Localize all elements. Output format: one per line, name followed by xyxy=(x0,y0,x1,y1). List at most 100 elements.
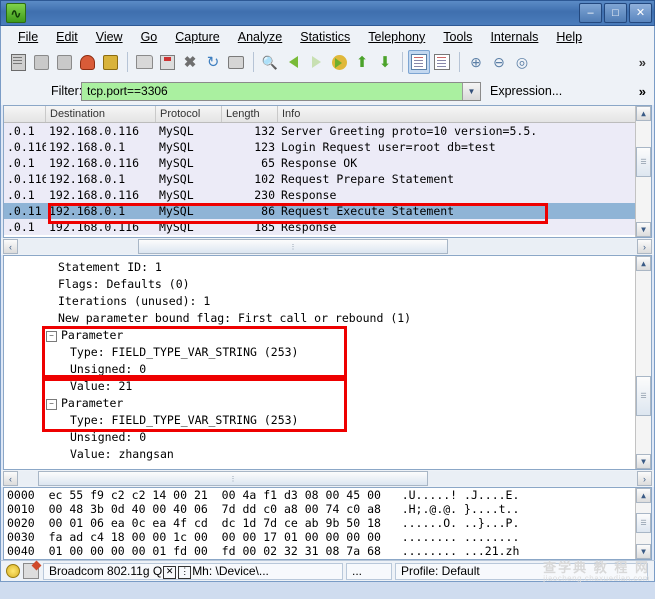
packet-detail-tree[interactable]: Statement ID: 1 Flags: Defaults (0) Iter… xyxy=(3,255,652,470)
table-row[interactable]: .0.1 192.168.0.116 MySQL 132 Server Gree… xyxy=(4,123,651,139)
hscroll-track[interactable]: ⋮ xyxy=(18,471,637,486)
go-back-icon[interactable] xyxy=(282,50,304,74)
hscroll-thumb[interactable]: ⋮ xyxy=(38,471,428,486)
menu-analyze[interactable]: Analyze xyxy=(229,28,291,46)
start-capture-icon[interactable] xyxy=(53,50,75,74)
table-row[interactable]: .0.1 192.168.0.116 MySQL 65 Response OK xyxy=(4,155,651,171)
menu-edit[interactable]: Edit xyxy=(47,28,87,46)
open-file-icon[interactable] xyxy=(133,50,155,74)
scroll-track[interactable]: ☰ xyxy=(636,503,651,544)
chevron-down-icon[interactable]: ▼ xyxy=(462,82,480,100)
hscroll-track[interactable]: ⋮ xyxy=(18,239,637,254)
menu-go[interactable]: Go xyxy=(132,28,167,46)
go-last-packet-icon[interactable]: ⬇ xyxy=(374,50,396,74)
display-filter-combo[interactable]: tcp.port==3306 ▼ xyxy=(81,81,481,101)
menu-telephony[interactable]: Telephony xyxy=(359,28,434,46)
detail-line[interactable]: Value: 21 xyxy=(4,378,651,395)
reload-file-icon[interactable]: ↻ xyxy=(202,50,224,74)
filter-overflow-button[interactable]: » xyxy=(639,84,646,99)
detail-line[interactable]: Iterations (unused): 1 xyxy=(4,293,651,310)
detail-line[interactable]: Flags: Defaults (0) xyxy=(4,276,651,293)
menu-view[interactable]: View xyxy=(87,28,132,46)
table-row[interactable]: .0.1 192.168.0.116 MySQL 230 Response xyxy=(4,187,651,203)
column-header-destination[interactable]: Destination xyxy=(46,106,156,122)
print-icon[interactable] xyxy=(225,50,247,74)
scroll-track[interactable]: ☰ xyxy=(636,121,651,222)
packet-detail-horizontal-scrollbar[interactable]: ‹ ⋮ › xyxy=(0,470,655,487)
scroll-up-icon[interactable]: ▲ xyxy=(636,256,651,271)
status-interface-cell[interactable]: Broadcom 802.11g Q ✕ ⋮ Mh: \Device\... xyxy=(43,562,343,580)
detail-line[interactable]: Type: FIELD_TYPE_VAR_STRING (253) xyxy=(4,344,651,361)
scroll-up-icon[interactable]: ▲ xyxy=(636,488,651,503)
minimize-button[interactable]: – xyxy=(579,3,602,23)
packet-list-vertical-scrollbar[interactable]: ▲ ☰ ▼ xyxy=(635,106,651,237)
scroll-thumb[interactable]: ☰ xyxy=(636,376,651,416)
hex-dump-view[interactable]: 0000 ec 55 f9 c2 c2 14 00 21 00 4a f1 d3… xyxy=(3,487,652,560)
table-row[interactable]: .0.116 192.168.0.1 MySQL 123 Login Reque… xyxy=(4,139,651,155)
table-row[interactable]: .0.1 192.168.0.116 MySQL 185 Response xyxy=(4,219,651,235)
find-packet-icon[interactable]: 🔍 xyxy=(259,50,281,74)
detail-line[interactable]: Type: FIELD_TYPE_VAR_STRING (253) xyxy=(4,412,651,429)
zoom-in-icon[interactable]: ⊕ xyxy=(465,50,487,74)
restart-capture-icon[interactable] xyxy=(99,50,121,74)
column-header-protocol[interactable]: Protocol xyxy=(156,106,222,122)
close-button[interactable]: ✕ xyxy=(629,3,652,23)
filter-expression-button[interactable]: Expression... xyxy=(490,84,562,98)
table-row[interactable]: .0.116 192.168.0.1 MySQL 102 Request Pre… xyxy=(4,171,651,187)
detail-line[interactable]: Unsigned: 0 xyxy=(4,361,651,378)
collapse-expander-icon[interactable]: − xyxy=(46,399,57,410)
menu-tools[interactable]: Tools xyxy=(434,28,481,46)
save-file-icon[interactable] xyxy=(156,50,178,74)
packet-list-horizontal-scrollbar[interactable]: ‹ ⋮ › xyxy=(0,238,655,255)
menu-capture[interactable]: Capture xyxy=(166,28,228,46)
detail-line-parameter-2[interactable]: − Parameter xyxy=(4,395,651,412)
column-header-source[interactable] xyxy=(4,106,46,122)
zoom-out-icon[interactable]: ⊖ xyxy=(488,50,510,74)
collapse-expander-icon[interactable]: − xyxy=(46,331,57,342)
maximize-button[interactable]: □ xyxy=(604,3,627,23)
packet-detail-vertical-scrollbar[interactable]: ▲ ☰ ▼ xyxy=(635,256,651,469)
column-header-length[interactable]: Length xyxy=(222,106,278,122)
capture-options-icon[interactable] xyxy=(30,50,52,74)
detail-line[interactable]: Unsigned: 0 xyxy=(4,429,651,446)
packet-list-table[interactable]: Destination Protocol Length Info .0.1 19… xyxy=(3,105,652,238)
hscroll-thumb[interactable]: ⋮ xyxy=(138,239,448,254)
scroll-left-icon[interactable]: ‹ xyxy=(3,471,18,486)
scroll-left-icon[interactable]: ‹ xyxy=(3,239,18,254)
scroll-right-icon[interactable]: › xyxy=(637,239,652,254)
scroll-thumb[interactable]: ☰ xyxy=(636,147,651,177)
go-forward-icon[interactable] xyxy=(305,50,327,74)
table-row-selected[interactable]: .0.11 192.168.0.1 MySQL 86 Request Execu… xyxy=(4,203,651,219)
colorize-icon[interactable] xyxy=(408,50,430,74)
menu-internals[interactable]: Internals xyxy=(481,28,547,46)
scroll-down-icon[interactable]: ▼ xyxy=(636,454,651,469)
menu-statistics[interactable]: Statistics xyxy=(291,28,359,46)
capture-status-led-icon[interactable] xyxy=(6,564,20,578)
go-first-packet-icon[interactable]: ⬆ xyxy=(351,50,373,74)
menu-file[interactable]: File xyxy=(9,28,47,46)
detail-line[interactable]: Value: zhangsan xyxy=(4,446,651,463)
detail-line[interactable]: New parameter bound flag: First call or … xyxy=(4,310,651,327)
status-packets-cell[interactable]: ... xyxy=(346,562,392,580)
scroll-down-icon[interactable]: ▼ xyxy=(636,544,651,559)
display-filter-input[interactable]: tcp.port==3306 xyxy=(82,84,462,98)
go-to-packet-icon[interactable] xyxy=(328,50,350,74)
scroll-track[interactable]: ☰ xyxy=(636,271,651,454)
status-profile-cell[interactable]: Profile: Default xyxy=(395,562,648,580)
scroll-thumb[interactable]: ☰ xyxy=(636,513,651,533)
column-header-info[interactable]: Info xyxy=(278,106,651,122)
stop-capture-icon[interactable] xyxy=(76,50,98,74)
auto-scroll-icon[interactable] xyxy=(431,50,453,74)
toolbar-overflow-button[interactable]: » xyxy=(639,55,646,70)
detail-line-parameter-1[interactable]: − Parameter xyxy=(4,327,651,344)
capture-file-properties-icon[interactable] xyxy=(23,563,39,579)
detail-line[interactable]: Statement ID: 1 xyxy=(4,259,651,276)
scroll-up-icon[interactable]: ▲ xyxy=(636,106,651,121)
list-interfaces-icon[interactable] xyxy=(7,50,29,74)
hex-vertical-scrollbar[interactable]: ▲ ☰ ▼ xyxy=(635,488,651,559)
scroll-down-icon[interactable]: ▼ xyxy=(636,222,651,237)
zoom-reset-icon[interactable]: ◎ xyxy=(511,50,533,74)
close-file-icon[interactable]: ✖ xyxy=(179,50,201,74)
menu-help[interactable]: Help xyxy=(547,28,591,46)
scroll-right-icon[interactable]: › xyxy=(637,471,652,486)
